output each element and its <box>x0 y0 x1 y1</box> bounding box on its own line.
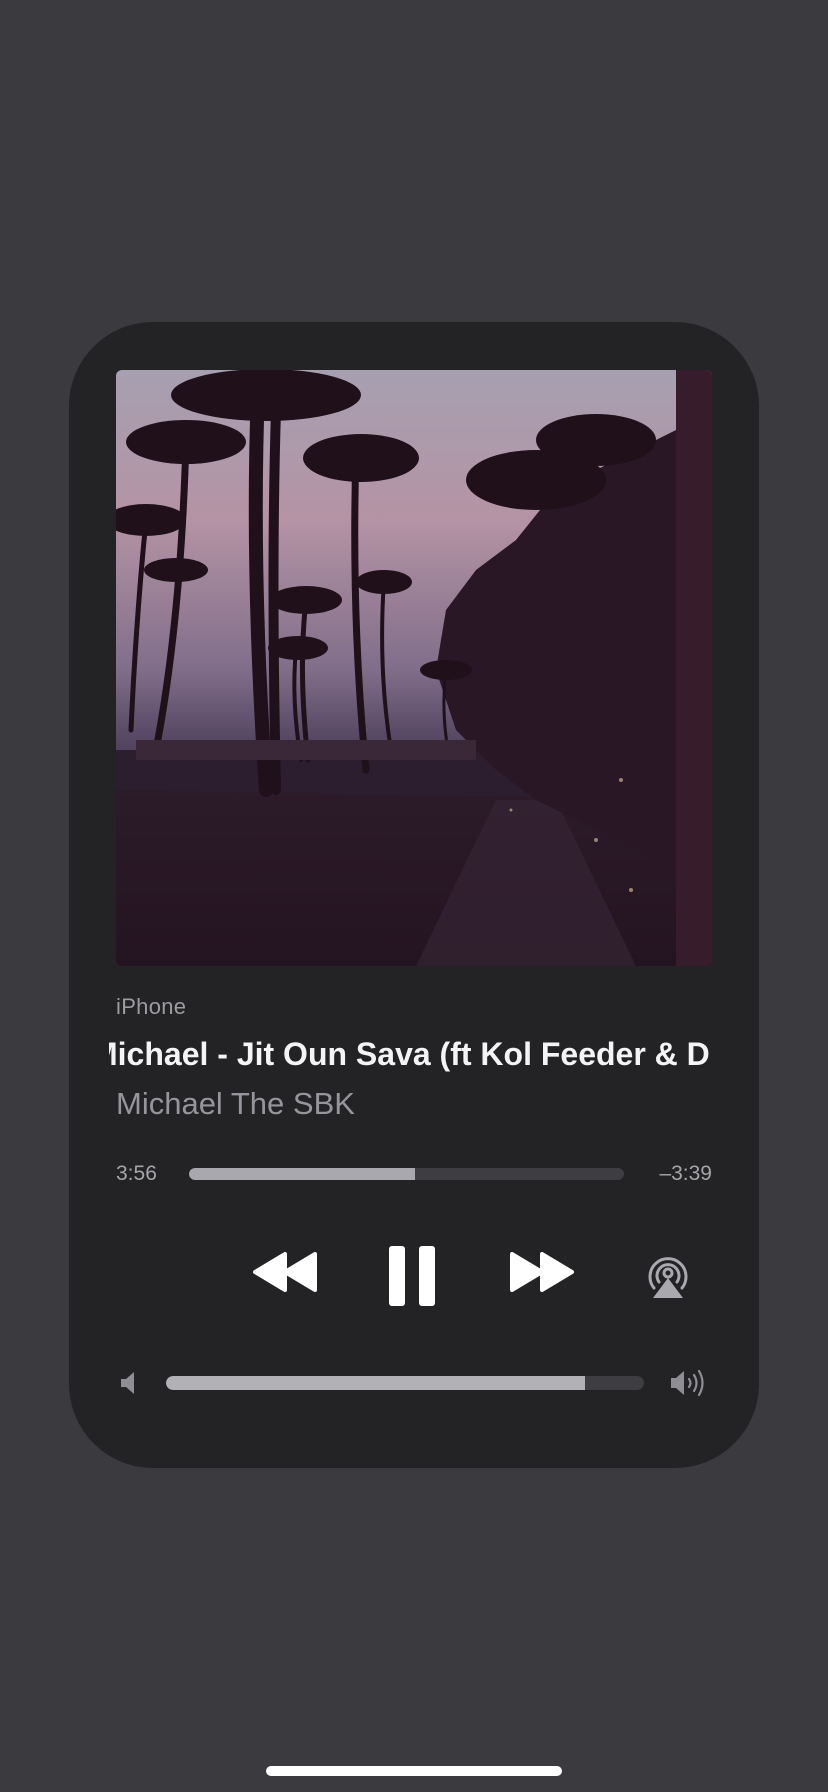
playback-scrubber[interactable] <box>189 1168 624 1180</box>
rewind-button[interactable] <box>252 1252 318 1292</box>
screen: iPhone Michael - Jit Oun Sava (ft Kol Fe… <box>0 0 828 1792</box>
playback-source-label: iPhone <box>116 994 187 1019</box>
speaker-max-icon <box>671 1369 704 1397</box>
album-artwork-image <box>116 370 712 966</box>
artist-name[interactable]: Michael The SBK <box>116 1086 355 1122</box>
speaker-min-icon <box>121 1372 134 1394</box>
rewind-icon <box>253 1252 317 1292</box>
song-title: Michael - Jit Oun Sava (ft Kol Feeder & … <box>109 1036 710 1072</box>
remaining-time: –3:39 <box>659 1162 712 1185</box>
pause-icon <box>389 1246 435 1306</box>
fast-forward-button[interactable] <box>509 1252 575 1292</box>
airplay-button[interactable] <box>641 1248 695 1302</box>
elapsed-time: 3:56 <box>116 1162 157 1185</box>
now-playing-card: iPhone Michael - Jit Oun Sava (ft Kol Fe… <box>69 322 759 1468</box>
album-artwork[interactable] <box>116 370 712 966</box>
fast-forward-icon <box>510 1252 574 1292</box>
airplay-icon <box>648 1257 688 1298</box>
playback-progress-fill <box>189 1168 416 1180</box>
volume-slider[interactable] <box>166 1376 644 1390</box>
pause-button[interactable] <box>389 1246 435 1306</box>
song-title-marquee: Michael - Jit Oun Sava (ft Kol Feeder & … <box>109 1032 719 1076</box>
volume-level-fill <box>166 1376 586 1390</box>
home-indicator[interactable] <box>266 1766 562 1776</box>
